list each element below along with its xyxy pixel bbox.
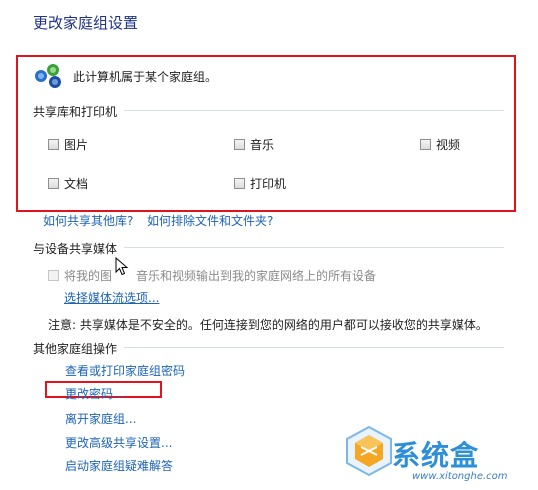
homegroup-icon	[35, 64, 61, 88]
watermark-url: www.xitonghe.com	[412, 471, 508, 482]
help-link-share-libraries[interactable]: 如何共享其他库?	[43, 212, 133, 229]
view-print-password-link[interactable]: 查看或打印家庭组密码	[65, 362, 185, 379]
checkbox-videos[interactable]: 视频	[420, 136, 460, 153]
homegroup-status-text: 此计算机属于某个家庭组。	[73, 70, 218, 84]
stream-media-label-start: 将我的图	[64, 269, 113, 283]
checkbox-pictures-label: 图片	[64, 138, 89, 152]
stream-media-label-end: 音乐和视频输出到我的家庭网络上的所有设备	[136, 269, 377, 283]
checkbox-documents[interactable]: 文档	[48, 175, 88, 192]
watermark-text: 系统盒	[392, 439, 480, 472]
watermark-logo-icon	[346, 425, 392, 477]
troubleshooter-link[interactable]: 启动家庭组疑难解答	[65, 457, 173, 474]
checkbox-stream-media[interactable]: 将我的图 音乐和视频输出到我的家庭网络上的所有设备	[48, 267, 376, 284]
libraries-section-label: 共享库和打印机	[33, 105, 118, 119]
advanced-sharing-link[interactable]: 更改高级共享设置...	[65, 434, 172, 451]
checkbox-box[interactable]	[48, 139, 59, 150]
checkbox-music[interactable]: 音乐	[234, 136, 274, 153]
help-link-exclude-files[interactable]: 如何排除文件和文件夹?	[147, 212, 273, 229]
checkbox-box[interactable]	[420, 139, 431, 150]
checkbox-box[interactable]	[48, 178, 59, 189]
checkbox-box[interactable]	[234, 178, 245, 189]
checkbox-music-label: 音乐	[250, 138, 275, 152]
checkbox-box[interactable]	[48, 270, 59, 281]
change-password-link[interactable]: 更改密码...	[65, 385, 124, 402]
checkbox-printers-label: 打印机	[250, 177, 287, 191]
leave-homegroup-link[interactable]: 离开家庭组...	[65, 410, 136, 427]
media-section-label: 与设备共享媒体	[33, 242, 118, 256]
checkbox-box[interactable]	[234, 139, 245, 150]
stream-options-link[interactable]: 选择媒体流选项...	[64, 289, 159, 306]
other-actions-divider	[124, 347, 504, 348]
page-title: 更改家庭组设置	[33, 14, 139, 32]
checkbox-videos-label: 视频	[436, 138, 461, 152]
libraries-section-divider	[124, 110, 504, 111]
other-actions-label: 其他家庭组操作	[33, 342, 118, 356]
checkbox-pictures[interactable]: 图片	[48, 136, 88, 153]
checkbox-documents-label: 文档	[64, 177, 89, 191]
media-section-divider	[124, 247, 504, 248]
checkbox-printers[interactable]: 打印机	[234, 175, 286, 192]
media-security-note: 注意: 共享媒体是不安全的。任何连接到您的网络的用户都可以接收您的共享媒体。	[48, 318, 488, 332]
mouse-cursor-icon	[115, 257, 129, 276]
